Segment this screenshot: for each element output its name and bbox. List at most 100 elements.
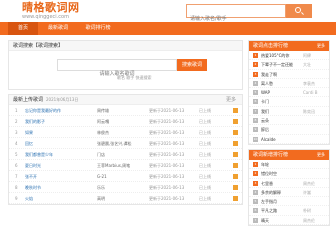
nav-item-rank[interactable]: 歌词排行榜: [78, 22, 118, 35]
lyrics-search-field[interactable]: [57, 59, 177, 79]
song-link[interactable]: 平凡之路: [261, 206, 301, 215]
artist-text: 许嵩: [303, 189, 311, 195]
site-logo[interactable]: 晴格歌词网 www.qinggeci.com: [22, 2, 92, 21]
song-link[interactable]: 错位时空: [261, 169, 301, 178]
lyrics-icon[interactable]: [233, 108, 238, 113]
song-link[interactable]: 我们: [261, 107, 301, 116]
lyrics-icon[interactable]: [233, 196, 238, 201]
song-link[interactable]: 醉后: [261, 125, 301, 134]
list-item[interactable]: 3 七里香 周杰伦: [249, 179, 329, 188]
site-title[interactable]: 晴格歌词网: [22, 2, 92, 14]
list-item[interactable]: 7 我们 陈奕迅: [249, 107, 329, 117]
singer-link[interactable]: 林俊杰: [97, 127, 141, 138]
update-date: 更新于2021-06-13: [149, 119, 185, 124]
nav-item-latest[interactable]: 最新歌词: [40, 22, 76, 35]
song-link[interactable]: 张不开: [25, 171, 87, 182]
singer-link[interactable]: 周传雄: [97, 105, 141, 116]
list-item[interactable]: 5 左手指月: [249, 197, 329, 207]
update-date: 更新于2021-06-13: [149, 141, 185, 146]
song-link[interactable]: 夏日时光: [25, 160, 87, 171]
row-number: 8: [15, 185, 18, 190]
search-hint: 歌名 歌手 快速搜索: [117, 75, 152, 80]
main-content: 歌词搜索【歌词搜索】 搜索歌词 歌名 歌手 快速搜索 最新上传歌词2021年06…: [8, 40, 243, 209]
list-item[interactable]: 7 晴天 周杰伦: [249, 216, 329, 226]
lyrics-icon[interactable]: [233, 141, 238, 146]
new-rank-more-link[interactable]: 更多: [317, 150, 325, 160]
top-search-button[interactable]: [286, 4, 312, 18]
list-item[interactable]: 5 WAP Cardi B: [249, 88, 329, 98]
latest-lyrics-title: 最新上传歌词: [13, 97, 44, 103]
song-link[interactable]: 离人愁: [261, 79, 301, 88]
rank-badge: 1: [253, 161, 258, 167]
song-link[interactable]: 我们的影子: [25, 116, 87, 127]
song-link[interactable]: 火焰: [25, 193, 87, 204]
song-link[interactable]: 忘记你是我最好的作: [25, 105, 87, 116]
song-link[interactable]: 晚秋时节: [25, 182, 87, 193]
row-number: 6: [15, 163, 18, 168]
song-link[interactable]: 年轮: [261, 160, 301, 169]
rank-badge: 5: [253, 199, 258, 205]
list-item[interactable]: 8 云朵: [249, 116, 329, 126]
rank-badge: 4: [253, 80, 258, 86]
rank-badge: 3: [253, 180, 258, 186]
top-search-field[interactable]: [186, 4, 286, 25]
list-item[interactable]: 3 我走了啊: [249, 70, 329, 79]
song-link[interactable]: 左手指月: [261, 197, 301, 206]
song-link[interactable]: 下辈子不一定还能: [261, 60, 301, 69]
lyrics-icon[interactable]: [233, 119, 238, 124]
singer-link[interactable]: 张碧晨,张艺兴,谭松: [97, 138, 141, 149]
singer-link[interactable]: 乐乐: [97, 182, 141, 193]
song-link[interactable]: 多余的解释: [261, 188, 301, 197]
lyrics-search-button[interactable]: 搜索歌词: [177, 59, 207, 71]
singer-link[interactable]: 门店: [97, 149, 141, 160]
song-link[interactable]: 卡门: [261, 97, 301, 106]
artist-text: 周杰伦: [303, 217, 315, 223]
list-item[interactable]: 4 离人愁 李袁杰: [249, 79, 329, 89]
list-item[interactable]: 1 年轮: [249, 160, 329, 170]
list-item[interactable]: 2 下辈子不一定还能 大壮: [249, 60, 329, 70]
status-text: 已上线: [199, 174, 211, 179]
singer-link[interactable]: 高明: [97, 193, 141, 204]
song-link[interactable]: 云朵: [261, 116, 301, 125]
song-link[interactable]: Alcalde: [261, 135, 301, 144]
status-text: 已上线: [199, 152, 211, 157]
row-number: 2: [15, 119, 18, 124]
list-item[interactable]: 4 多余的解释 许嵩: [249, 188, 329, 198]
list-item[interactable]: 6 平凡之路 朴树: [249, 206, 329, 216]
hot-rank-more-link[interactable]: 更多: [317, 41, 325, 51]
song-link[interactable]: WAP: [261, 88, 301, 97]
list-item[interactable]: 10 Alcalde: [249, 135, 329, 144]
song-link[interactable]: 我走了啊: [261, 70, 301, 79]
song-link[interactable]: 我们都曾是少年: [25, 149, 87, 160]
list-item[interactable]: 6 卡门: [249, 97, 329, 107]
nav-item-home[interactable]: 首页: [8, 22, 38, 35]
list-item[interactable]: 9 醉后: [249, 125, 329, 135]
rank-badge: 7: [253, 108, 258, 114]
song-link[interactable]: 如果: [25, 127, 87, 138]
song-link[interactable]: 回忆: [25, 138, 87, 149]
singer-link[interactable]: G-21: [97, 171, 141, 182]
rank-badge: 4: [253, 189, 258, 195]
song-link[interactable]: 晴天: [261, 216, 301, 225]
singer-link[interactable]: 王菲Marbius,周笔: [97, 160, 141, 171]
row-number: 1: [15, 108, 18, 113]
top-bar: 晴格歌词网 www.qinggeci.com: [0, 0, 336, 25]
song-link[interactable]: 七里香: [261, 179, 301, 188]
update-date: 更新于2021-06-13: [149, 163, 185, 168]
lyrics-icon[interactable]: [233, 163, 238, 168]
singer-link[interactable]: 阿云嘎: [97, 116, 141, 127]
row-number: 7: [15, 174, 18, 179]
status-text: 已上线: [199, 163, 211, 168]
status-text: 已上线: [199, 196, 211, 201]
song-link[interactable]: 热爱105°C的你: [261, 51, 301, 60]
lyrics-icon[interactable]: [233, 185, 238, 190]
list-item[interactable]: 2 错位时空: [249, 169, 329, 179]
lyrics-icon[interactable]: [233, 174, 238, 179]
latest-more-link[interactable]: 更多: [226, 95, 236, 105]
lyrics-icon[interactable]: [233, 130, 238, 135]
lyrics-icon[interactable]: [233, 152, 238, 157]
rank-badge: 9: [253, 127, 258, 133]
list-item[interactable]: 1 热爱105°C的你 阿肆: [249, 51, 329, 61]
rank-badge: 8: [253, 118, 258, 124]
update-date: 更新于2021-06-13: [149, 130, 185, 135]
